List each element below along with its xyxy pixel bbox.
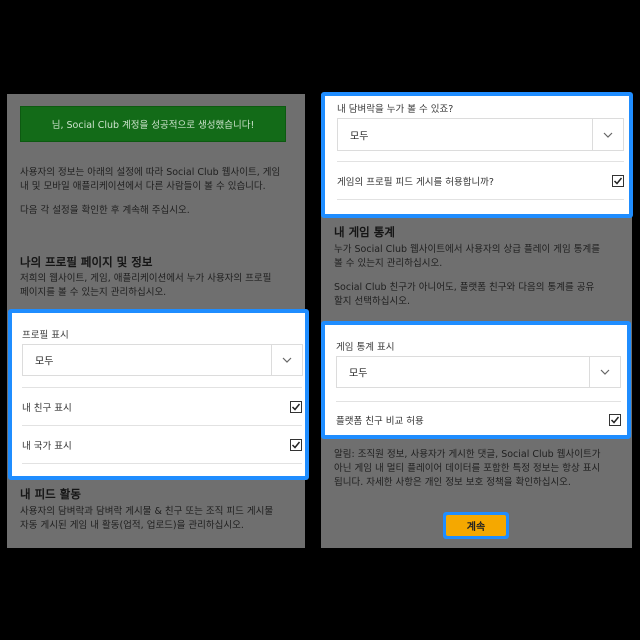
profile-display-select[interactable]: 모두 (22, 344, 303, 376)
row-divider (22, 463, 302, 464)
continue-button[interactable]: 계속 (443, 512, 509, 539)
show-friends-label: 내 친구 표시 (22, 402, 72, 414)
show-country-label: 내 국가 표시 (22, 440, 72, 452)
intro-text-line1: 사용자의 정보는 아래의 설정에 따라 Social Club 웹사이트, 게임 (20, 167, 281, 178)
wall-visibility-card: 내 담벼락을 누가 볼 수 있죠? 모두 게임의 프로필 피드 게시를 허용합니… (321, 92, 633, 218)
allow-feed-label: 게임의 프로필 피드 게시를 허용합니까? (337, 176, 494, 188)
stats-display-value: 모두 (349, 368, 368, 380)
feed-section-desc-line1: 사용자의 담벼락과 담벼락 게시물 & 친구 또는 조직 피드 게시물 (20, 506, 274, 517)
show-country-row[interactable]: 내 국가 표시 (22, 425, 302, 463)
show-friends-checkbox[interactable] (290, 400, 302, 413)
game-stats-desc-line4: 할지 선택하십시오. (334, 296, 410, 307)
allow-feed-row[interactable]: 게임의 프로필 피드 게시를 허용합니까? (337, 161, 624, 199)
notice-text-line3: 됩니다. 자세한 사항은 개인 정보 보호 정책을 확인하십시오. (334, 477, 571, 488)
show-friends-row[interactable]: 내 친구 표시 (22, 387, 302, 425)
profile-section-desc-line1: 저희의 웹사이트, 게임, 애플리케이션에서 누가 사용자의 프로필 (20, 273, 272, 284)
checkmark-icon (613, 177, 623, 185)
checkmark-icon (610, 416, 620, 424)
wall-visibility-select[interactable]: 모두 (337, 118, 624, 151)
continue-button-label: 계속 (446, 515, 506, 536)
notice-text-line1: 알림: 조직원 정보, 사용자가 게시한 댓글, Social Club 웹사이… (334, 449, 601, 460)
feed-section-desc-line2: 자동 게시된 게임 내 활동(업적, 업로드)을 관리하십시오. (20, 520, 244, 531)
feed-section-heading: 내 피드 활동 (20, 487, 81, 501)
row-divider (337, 199, 624, 200)
game-stats-desc-line2: 볼 수 있는지 관리하십시오. (334, 258, 443, 269)
platform-compare-checkbox[interactable] (609, 413, 621, 426)
checkmark-icon (291, 403, 301, 411)
wall-visibility-value: 모두 (350, 131, 369, 142)
show-country-checkbox[interactable] (290, 438, 302, 451)
game-stats-desc-line3: Social Club 친구가 아니어도, 플랫폼 친구와 다음의 통계를 공유 (334, 282, 595, 293)
notice-text-line2: 아닌 게임 내 멀티 플레이어 데이터를 포함한 특정 정보는 항상 표시 (334, 463, 601, 474)
chevron-down-icon (589, 357, 620, 387)
game-stats-card: 게임 통계 표시 모두 플랫폼 친구 비교 허용 (321, 321, 631, 439)
intro-text-line2: 내 및 모바일 애플리케이션에서 다른 사람들이 볼 수 있습니다. (20, 181, 266, 192)
chevron-down-icon (271, 345, 302, 375)
profile-display-label: 프로필 표시 (22, 330, 69, 341)
profile-visibility-card: 프로필 표시 모두 내 친구 표시 내 국가 표시 (8, 309, 309, 480)
game-stats-heading: 내 게임 통계 (334, 225, 395, 239)
profile-display-value: 모두 (35, 356, 54, 368)
stats-display-label: 게임 통계 표시 (336, 342, 395, 353)
wall-visibility-label: 내 담벼락을 누가 볼 수 있죠? (337, 104, 454, 115)
allow-feed-checkbox[interactable] (612, 174, 624, 187)
profile-section-heading: 나의 프로필 페이지 및 정보 (20, 255, 153, 269)
platform-compare-label: 플랫폼 친구 비교 허용 (336, 415, 424, 427)
platform-compare-row[interactable]: 플랫폼 친구 비교 허용 (336, 401, 621, 437)
checkmark-icon (291, 441, 301, 449)
chevron-down-icon (592, 119, 623, 150)
stats-display-select[interactable]: 모두 (336, 356, 621, 388)
game-stats-desc-line1: 누가 Social Club 웹사이트에서 사용자의 상급 플레이 게임 통계를 (334, 244, 600, 255)
profile-section-desc-line2: 페이지를 볼 수 있는지 관리하십시오. (20, 287, 167, 298)
account-created-banner: 님, Social Club 계정을 성공적으로 생성했습니다! (20, 106, 286, 142)
intro-instruction: 다음 각 설정을 확인한 후 계속해 주십시오. (20, 205, 190, 216)
